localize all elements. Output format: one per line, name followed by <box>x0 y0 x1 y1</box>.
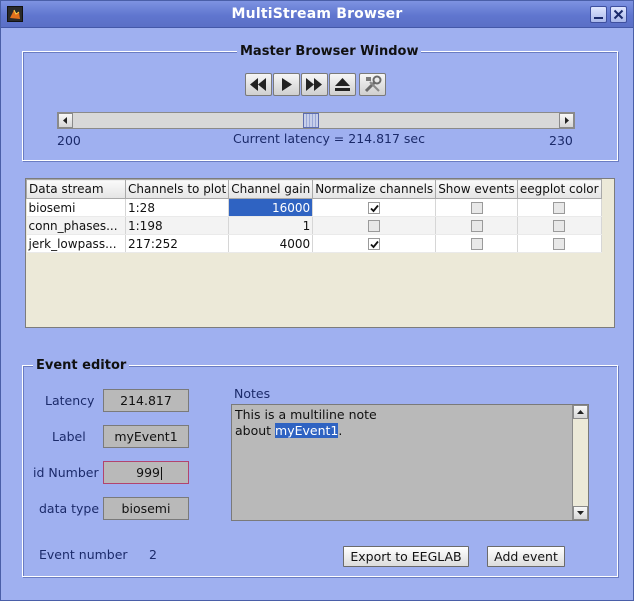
cell-normalize[interactable] <box>312 198 437 217</box>
latency-slider[interactable] <box>57 112 575 129</box>
multistream-browser-window: MultiStream Browser Master Browser Windo… <box>0 0 634 601</box>
notes-selection: myEvent1 <box>275 423 339 438</box>
notes-label: Notes <box>234 386 271 401</box>
cell-show-events[interactable] <box>435 234 518 253</box>
cell-data-stream[interactable]: jerk_lowpass... <box>26 234 126 253</box>
cell-gain[interactable]: 4000 <box>228 234 314 253</box>
cell-channels[interactable]: 217:252 <box>125 234 230 253</box>
eject-button[interactable] <box>329 73 356 96</box>
close-button[interactable] <box>610 6 627 23</box>
cell-channels[interactable]: 1:28 <box>125 198 230 217</box>
add-event-button[interactable]: Add event <box>487 546 565 567</box>
normalize-checkbox[interactable] <box>368 220 381 232</box>
normalize-checkbox[interactable] <box>368 202 381 214</box>
notes-line-2: about myEvent1. <box>235 423 377 439</box>
cell-gain[interactable]: 1 <box>228 216 314 235</box>
fast-forward-button[interactable] <box>301 73 328 96</box>
slider-right-arrow[interactable] <box>559 113 574 128</box>
notes-textarea[interactable]: This is a multiline note about myEvent1. <box>231 404 589 521</box>
latency-field[interactable]: 214.817 <box>103 389 189 412</box>
slider-thumb[interactable] <box>303 113 319 128</box>
column-header-normalize-channels[interactable]: Normalize channels <box>312 179 437 199</box>
scroll-up-arrow[interactable] <box>573 405 588 419</box>
settings-tools-icon[interactable] <box>359 73 386 96</box>
column-header-show-events[interactable]: Show events <box>435 179 518 199</box>
notes-scrollbar[interactable] <box>572 405 588 520</box>
cell-normalize[interactable] <box>312 216 437 235</box>
play-button[interactable] <box>273 73 300 96</box>
eegplot-color-checkbox[interactable] <box>553 220 566 232</box>
column-header-channel-gain[interactable]: Channel gain <box>228 179 314 199</box>
data-type-label: data type <box>39 501 100 516</box>
notes-line-2-suffix: . <box>338 423 343 438</box>
export-to-eeglab-button[interactable]: Export to EEGLAB <box>343 546 469 567</box>
master-browser-panel-title: Master Browser Window <box>237 45 422 59</box>
show-events-checkbox[interactable] <box>470 220 483 232</box>
notes-line-2-prefix: about <box>235 423 276 438</box>
text-cursor <box>161 467 162 480</box>
label-label: Label <box>52 429 86 444</box>
scroll-down-arrow[interactable] <box>573 506 588 520</box>
cell-eegplot-color[interactable] <box>517 216 602 235</box>
normalize-checkbox[interactable] <box>368 238 381 250</box>
eegplot-color-checkbox[interactable] <box>553 238 566 250</box>
cell-show-events[interactable] <box>435 198 518 217</box>
event-number-value: 2 <box>149 547 157 562</box>
minimize-button[interactable] <box>590 6 607 23</box>
id-number-label: id Number <box>33 465 99 480</box>
id-number-value: 999 <box>136 465 160 480</box>
column-header-channels-to-plot[interactable]: Channels to plot <box>124 179 230 199</box>
table-row[interactable]: biosemi 1:28 16000 <box>26 198 602 217</box>
cell-eegplot-color[interactable] <box>517 234 602 253</box>
notes-line-1: This is a multiline note <box>235 407 377 422</box>
window-client-area: Master Browser Window 200 Current latenc… <box>5 32 629 598</box>
eegplot-color-checkbox[interactable] <box>553 202 566 214</box>
cell-normalize[interactable] <box>312 234 437 253</box>
cell-data-stream[interactable]: biosemi <box>26 198 126 217</box>
rewind-button[interactable] <box>245 73 272 96</box>
notes-text: This is a multiline note about myEvent1. <box>235 407 377 439</box>
data-type-field[interactable]: biosemi <box>103 497 189 520</box>
stream-table-grid: Data stream Channels to plot Channel gai… <box>26 179 602 253</box>
cell-gain[interactable]: 16000 <box>228 198 314 217</box>
table-header-row: Data stream Channels to plot Channel gai… <box>26 179 602 199</box>
table-row[interactable]: conn_phases... 1:198 1 <box>26 216 602 235</box>
column-header-data-stream[interactable]: Data stream <box>26 179 126 199</box>
latency-label: Latency <box>45 393 95 408</box>
slider-left-arrow[interactable] <box>58 113 73 128</box>
cell-show-events[interactable] <box>435 216 518 235</box>
label-field[interactable]: myEvent1 <box>103 425 189 448</box>
slider-max-label: 230 <box>549 133 573 148</box>
window-title: MultiStream Browser <box>231 6 403 22</box>
cell-data-stream[interactable]: conn_phases... <box>26 216 126 235</box>
table-row[interactable]: jerk_lowpass... 217:252 4000 <box>26 234 602 253</box>
show-events-checkbox[interactable] <box>470 202 483 214</box>
event-number-label: Event number <box>39 547 128 562</box>
title-bar[interactable]: MultiStream Browser <box>1 1 633 28</box>
slider-min-label: 200 <box>57 133 81 148</box>
show-events-checkbox[interactable] <box>470 238 483 250</box>
current-latency-label: Current latency = 214.817 sec <box>233 131 425 146</box>
cell-channels[interactable]: 1:198 <box>125 216 230 235</box>
column-header-eegplot-color[interactable]: eegplot color <box>516 179 602 199</box>
cell-eegplot-color[interactable] <box>517 198 602 217</box>
event-editor-panel-title: Event editor <box>33 359 130 373</box>
stream-table[interactable]: Data stream Channels to plot Channel gai… <box>25 178 615 328</box>
id-number-field[interactable]: 999 <box>103 461 189 484</box>
